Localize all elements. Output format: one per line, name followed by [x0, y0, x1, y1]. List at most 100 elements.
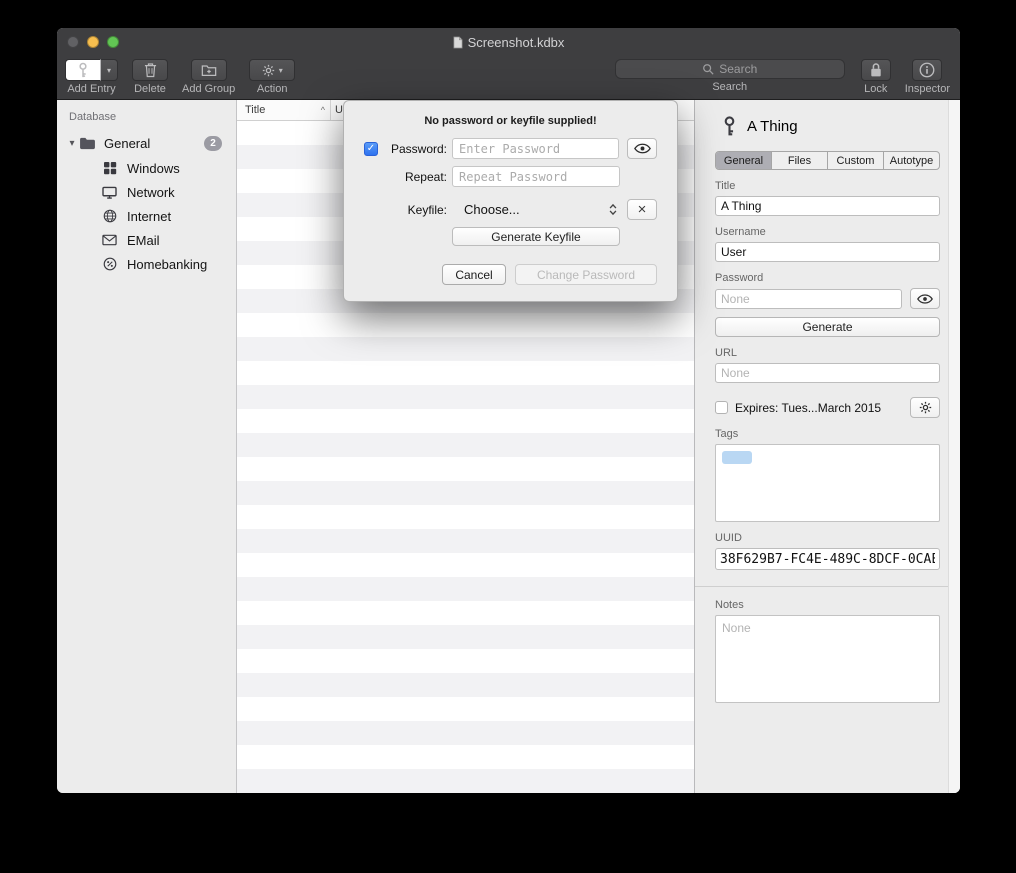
search-input[interactable]: Search [615, 59, 845, 79]
title-field[interactable] [715, 196, 940, 216]
toolbar-label: Delete [134, 83, 166, 95]
lock-button[interactable] [861, 59, 891, 81]
add-entry-button[interactable] [65, 59, 101, 81]
titlebar[interactable]: Screenshot.kdbx [57, 28, 960, 56]
inspector-button[interactable] [912, 59, 942, 81]
sidebar-item-label: Internet [127, 209, 171, 224]
sort-ascending-icon: ^ [321, 105, 325, 115]
sidebar-item-label: Homebanking [127, 257, 207, 272]
add-group-button[interactable] [191, 59, 227, 81]
envelope-icon [101, 234, 118, 246]
username-field[interactable] [715, 242, 940, 262]
uuid-field[interactable] [715, 548, 940, 570]
sidebar-section-header: Database [57, 106, 236, 130]
dialog-keyfile-label: Keyfile: [383, 203, 447, 217]
close-icon: × [638, 202, 647, 217]
lock-icon [870, 62, 882, 78]
sidebar-group-label: General [104, 136, 150, 151]
toolbar-label: Search [712, 81, 747, 93]
toolbar-item-delete: Delete [132, 59, 168, 95]
gear-icon [262, 64, 275, 77]
trash-icon [144, 62, 157, 78]
clear-keyfile-button[interactable]: × [627, 199, 657, 220]
display-icon [101, 186, 118, 199]
expires-options-button[interactable] [910, 397, 940, 418]
dialog-repeat-label: Repeat: [383, 170, 447, 184]
tags-input[interactable] [715, 444, 940, 522]
generate-password-button[interactable]: Generate [715, 317, 940, 337]
window-title-group: Screenshot.kdbx [57, 35, 960, 50]
checkmark-icon: ✓ [367, 143, 375, 154]
toolbar-label: Add Entry [67, 83, 115, 95]
repeat-password-input[interactable] [452, 166, 620, 187]
cancel-button[interactable]: Cancel [442, 264, 506, 285]
tab-general[interactable]: General [716, 152, 772, 169]
column-label: Title [245, 104, 265, 116]
tab-files[interactable]: Files [772, 152, 828, 169]
toolbar: ▾ Add Entry Delete Add Group ▾ Action [57, 56, 960, 100]
add-entry-dropdown-button[interactable]: ▾ [101, 59, 118, 81]
disclosure-triangle-icon[interactable]: ▾ [65, 138, 79, 149]
inspector-panel: A Thing General Files Custom Autotype Ti… [695, 100, 960, 793]
notes-placeholder: None [722, 621, 751, 635]
minimize-button[interactable] [87, 36, 99, 48]
url-field[interactable] [715, 363, 940, 383]
sidebar-item-homebanking[interactable]: Homebanking [57, 252, 236, 276]
globe-icon [101, 209, 118, 223]
toolbar-item-lock: Lock [861, 59, 891, 95]
keyfile-selected-value: Choose... [464, 202, 520, 217]
enter-password-input[interactable] [452, 138, 619, 159]
password-checkbox[interactable]: ✓ [364, 142, 378, 156]
document-icon [453, 36, 463, 49]
tag-token[interactable] [722, 451, 752, 464]
delete-button[interactable] [132, 59, 168, 81]
dialog-message: No password or keyfile supplied! [364, 115, 657, 127]
entry-header: A Thing [715, 116, 940, 137]
toolbar-label: Inspector [905, 83, 950, 95]
tab-custom[interactable]: Custom [828, 152, 884, 169]
toolbar-item-action: ▾ Action [249, 59, 295, 95]
sidebar-item-network[interactable]: Network [57, 180, 236, 204]
uuid-label: UUID [715, 532, 940, 544]
column-header-title[interactable]: Title ^ [237, 100, 331, 120]
show-password-button[interactable] [627, 138, 657, 159]
key-plus-icon [78, 62, 88, 79]
sidebar-item-internet[interactable]: Internet [57, 204, 236, 228]
eye-icon [634, 143, 651, 154]
close-button[interactable] [67, 36, 79, 48]
tags-label: Tags [715, 428, 940, 440]
key-icon [723, 116, 736, 137]
inspector-tabs: General Files Custom Autotype [715, 151, 940, 170]
generate-keyfile-button[interactable]: Generate Keyfile [452, 227, 620, 246]
tab-autotype[interactable]: Autotype [884, 152, 939, 169]
chevron-down-icon: ▾ [107, 66, 111, 75]
grid-icon [101, 161, 118, 175]
entry-title: A Thing [747, 118, 798, 135]
dialog-password-label: Password: [383, 142, 447, 156]
notes-input[interactable]: None [715, 615, 940, 703]
app-window: Screenshot.kdbx ▾ Add Entry Delete Add G… [57, 28, 960, 793]
title-field-label: Title [715, 180, 940, 192]
expires-checkbox[interactable] [715, 401, 728, 414]
info-icon [919, 62, 935, 78]
search-icon [702, 63, 714, 75]
sidebar-item-label: EMail [127, 233, 160, 248]
entry-count-badge: 2 [204, 136, 222, 151]
change-password-button[interactable]: Change Password [515, 264, 657, 285]
password-field[interactable] [715, 289, 902, 309]
change-password-dialog: No password or keyfile supplied! ✓ Passw… [343, 100, 678, 302]
action-button[interactable]: ▾ [249, 59, 295, 81]
divider [695, 586, 960, 587]
show-password-button[interactable] [910, 288, 940, 309]
zoom-button[interactable] [107, 36, 119, 48]
toolbar-item-add-entry: ▾ Add Entry [65, 59, 118, 95]
traffic-lights [67, 36, 119, 48]
keyfile-popup-button[interactable]: Choose... [452, 199, 619, 220]
folder-icon [79, 137, 96, 150]
sidebar-item-windows[interactable]: Windows [57, 156, 236, 180]
sidebar-group-general[interactable]: ▾ General 2 [57, 130, 236, 156]
username-field-label: Username [715, 226, 940, 238]
toolbar-right-group: Search Search Lock Inspector [615, 59, 950, 95]
window-title: Screenshot.kdbx [468, 35, 565, 50]
sidebar-item-email[interactable]: EMail [57, 228, 236, 252]
